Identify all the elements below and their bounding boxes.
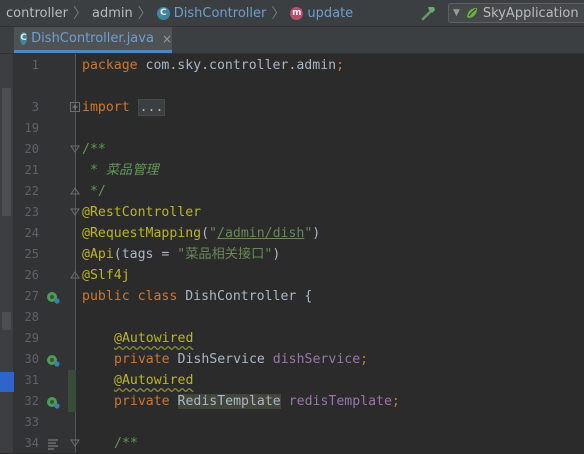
code-line[interactable]: 25 @Api(tags = "菜品相关接口") xyxy=(0,244,584,265)
vcs-change-marker[interactable] xyxy=(68,391,76,412)
code-line[interactable]: 22 */ xyxy=(0,181,584,202)
chevron-right-icon: 〉 xyxy=(271,6,286,22)
code-text: private DishService dishService; xyxy=(114,352,369,367)
fold-icon[interactable] xyxy=(70,186,80,196)
breadcrumb-label: DishController xyxy=(173,5,267,21)
code-line[interactable]: 19 xyxy=(0,118,584,139)
fold-icon[interactable] xyxy=(70,438,80,448)
code-line[interactable]: 29 @Autowired xyxy=(0,328,584,349)
close-icon[interactable]: × xyxy=(162,32,172,46)
vcs-change-marker[interactable] xyxy=(68,370,76,391)
line-number: 32 xyxy=(24,394,39,408)
line-number: 24 xyxy=(24,226,39,240)
fold-icon[interactable] xyxy=(70,102,80,112)
line-number: 20 xyxy=(24,142,39,156)
breadcrumb-admin[interactable]: admin xyxy=(92,6,133,21)
code-text: public class DishController { xyxy=(82,289,313,304)
code-line[interactable]: 3 import ... xyxy=(0,97,584,118)
spring-bean-icon[interactable] xyxy=(46,353,60,367)
highlighted-type: RedisTemplate xyxy=(177,394,281,409)
breadcrumb-class[interactable]: C DishController xyxy=(156,5,267,21)
code-line[interactable]: 34 /** xyxy=(0,433,584,454)
line-number: 19 xyxy=(24,121,39,135)
code-line[interactable]: 32 private RedisTemplate redisTemplate; xyxy=(0,391,584,412)
fold-icon[interactable] xyxy=(70,144,80,154)
tab-label: DishController.java xyxy=(31,31,154,46)
line-number: 29 xyxy=(24,331,39,345)
fold-icon[interactable] xyxy=(70,270,80,280)
code-line[interactable]: 1 package com.sky.controller.admin; xyxy=(0,55,584,76)
breadcrumb-method[interactable]: m update xyxy=(290,6,353,21)
code-text: */ xyxy=(82,184,106,199)
code-text: * 菜品管理 xyxy=(82,163,159,178)
tool-window-strip xyxy=(0,27,14,53)
line-number: 1 xyxy=(31,58,39,72)
tab-dishcontroller[interactable]: C DishController.java × xyxy=(14,27,172,53)
breadcrumb-controller[interactable]: controller xyxy=(6,6,68,21)
code-line[interactable]: 31 @Autowired xyxy=(0,370,584,391)
line-number: 30 xyxy=(24,352,39,366)
class-c-icon: C xyxy=(20,32,28,45)
code-line[interactable]: 20 /** xyxy=(0,139,584,160)
fold-icon[interactable] xyxy=(70,207,80,217)
line-number: 28 xyxy=(24,310,39,324)
code-text: @RequestMapping("/admin/dish") xyxy=(82,226,321,241)
spring-bean-icon[interactable] xyxy=(46,395,60,409)
line-number: 22 xyxy=(24,184,39,198)
code-text: @RestController xyxy=(82,205,202,220)
line-number: 31 xyxy=(24,373,39,387)
code-line[interactable]: 28 xyxy=(0,307,584,328)
code-text: /** xyxy=(82,142,106,157)
doc-comment-icon[interactable] xyxy=(46,437,60,451)
line-number: 25 xyxy=(24,247,39,261)
line-number: 21 xyxy=(24,163,39,177)
code-text: @Autowired xyxy=(114,373,194,388)
code-line[interactable]: 33 xyxy=(0,412,584,433)
code-line[interactable]: 27 public class DishController { xyxy=(0,286,584,307)
code-text: @Api(tags = "菜品相关接口") xyxy=(82,247,281,262)
spring-boot-icon xyxy=(466,8,477,18)
line-number: 3 xyxy=(31,100,39,114)
run-configuration-label: SkyApplication xyxy=(482,5,579,21)
class-c-icon: C xyxy=(156,6,170,20)
chevron-down-icon: ▼ xyxy=(453,8,460,18)
code-text: import ... xyxy=(82,99,166,116)
editor-tab-bar: C DishController.java × xyxy=(0,27,584,54)
breadcrumb-label: admin xyxy=(92,5,133,21)
spring-bean-icon[interactable] xyxy=(46,290,60,304)
code-line[interactable]: 23 @RestController xyxy=(0,202,584,223)
method-m-icon: m xyxy=(290,6,304,20)
code-text: /** xyxy=(114,436,138,451)
code-text: package com.sky.controller.admin; xyxy=(82,58,345,73)
line-number: 26 xyxy=(24,268,39,282)
code-text: @Autowired xyxy=(114,331,194,346)
code-line[interactable]: 21 * 菜品管理 xyxy=(0,160,584,181)
folded-imports: ... xyxy=(137,99,166,116)
line-number: 33 xyxy=(24,415,39,429)
run-configuration-select[interactable]: ▼ SkyApplication xyxy=(448,3,584,23)
line-number: 34 xyxy=(24,436,39,450)
breadcrumb-label: controller xyxy=(6,5,69,21)
chevron-right-icon: 〉 xyxy=(137,6,152,22)
code-line[interactable]: 26 @Slf4j xyxy=(0,265,584,286)
line-number: 23 xyxy=(24,205,39,219)
request-path-link: /admin/dish xyxy=(217,226,305,241)
code-line[interactable]: 30 private DishService dishService; xyxy=(0,349,584,370)
breadcrumb-label: update xyxy=(307,5,354,21)
code-text: private RedisTemplate redisTemplate; xyxy=(114,394,400,409)
code-line[interactable]: 24 @RequestMapping("/admin/dish") xyxy=(0,223,584,244)
code-text: @Slf4j xyxy=(82,268,130,283)
hammer-icon[interactable] xyxy=(420,4,438,22)
line-number: 27 xyxy=(24,289,39,303)
navigation-bar: controller 〉 admin 〉 C DishController 〉 … xyxy=(0,0,584,27)
chevron-right-icon: 〉 xyxy=(73,6,88,22)
